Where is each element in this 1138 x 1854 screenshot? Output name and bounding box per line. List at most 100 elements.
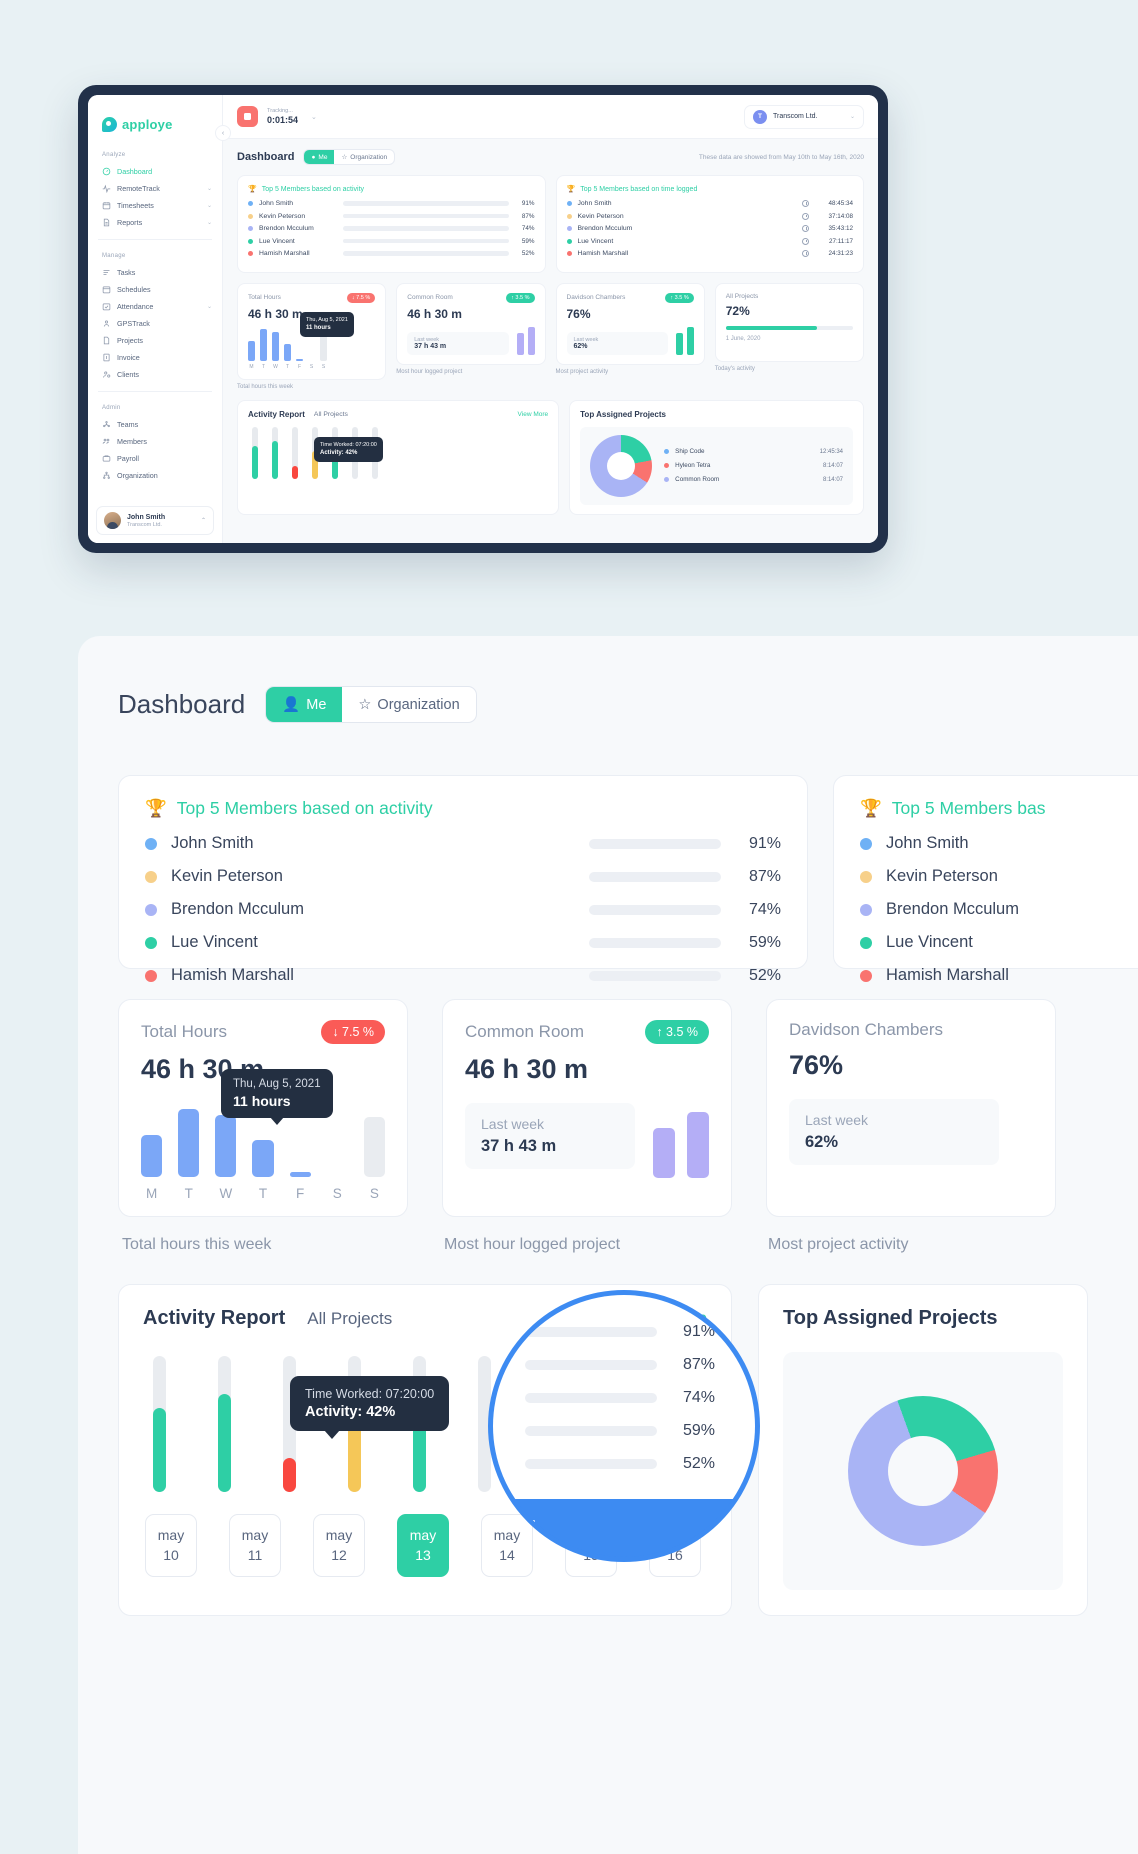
activity-bar[interactable] xyxy=(153,1356,166,1492)
sidebar-item-gpstrack[interactable]: GPSTrack xyxy=(88,315,222,332)
date-chip-selected[interactable]: may 13 xyxy=(397,1514,449,1577)
member-name: John Smith xyxy=(886,834,969,852)
organization-selector[interactable]: T Transcom Ltd. ⌄ xyxy=(744,104,864,129)
tab-me-label: Me xyxy=(306,696,327,713)
sidebar-item-projects[interactable]: Projects xyxy=(88,332,222,349)
list-item[interactable]: Lue Vincent 27:11:17 xyxy=(566,237,853,245)
top-assigned-projects-card: Top Assigned Projects xyxy=(758,1284,1088,1616)
list-item[interactable]: Brendon Mcculum 74% xyxy=(145,893,781,926)
magnifier-lens: 91% 87% 74% 59% 52% xyxy=(488,1290,760,1562)
list-item[interactable]: Lue Vincent 59% xyxy=(248,238,535,245)
stat-card-total-hours: Total Hours ↓ 7.5 % 46 h 30 m Thu, Aug 5… xyxy=(118,999,408,1217)
list-item[interactable]: Lue Vincent 59% xyxy=(145,926,781,959)
list-item[interactable]: Brendon Mcculum 74% xyxy=(248,225,535,232)
card-header: 🏆 Top 5 Members based on time logged xyxy=(567,185,854,194)
top5-activity-card: 🏆 Top 5 Members based on activity John S… xyxy=(237,175,546,273)
sidebar-item-reports[interactable]: Reports ⌄ xyxy=(88,214,222,231)
card-subtitle: All Projects xyxy=(313,410,348,418)
sidebar-item-dashboard[interactable]: Dashboard xyxy=(88,163,222,180)
legend-time: 8:14:07 xyxy=(822,476,843,483)
member-color-dot xyxy=(566,213,572,219)
app-window-mockup: apploye Analyze Dashboard RemoteTrack ⌄ … xyxy=(78,85,888,553)
zoom-in-plus-icon[interactable] xyxy=(509,1509,535,1535)
activity-pct: 59% xyxy=(521,237,535,245)
stop-tracking-button[interactable] xyxy=(237,106,258,127)
tab-organization[interactable]: ☆ Organization xyxy=(334,150,394,164)
document-icon xyxy=(102,218,111,227)
scope-toggle[interactable]: 👤 Me ☆ Organization xyxy=(265,686,477,723)
sidebar-label: Teams xyxy=(117,420,139,429)
sidebar-item-attendance[interactable]: Attendance ⌄ xyxy=(88,298,222,315)
sidebar-item-payroll[interactable]: Payroll xyxy=(88,450,222,467)
date-chip[interactable]: may 10 xyxy=(145,1514,197,1577)
lens-row: 91% xyxy=(525,1315,715,1348)
date-chip[interactable]: may 11 xyxy=(229,1514,281,1577)
list-item[interactable]: John Smith 48:45:34 xyxy=(566,200,853,207)
member-color-dot xyxy=(860,903,872,916)
dashboard-content: Dashboard ● Me ☆ Organization These data… xyxy=(223,139,878,543)
date-day: 11 xyxy=(247,1547,263,1564)
card-header: 🏆 Top 5 Members based on activity xyxy=(248,185,535,194)
activity-bar[interactable] xyxy=(218,1356,231,1492)
activity-bar xyxy=(343,201,509,206)
activity-bar xyxy=(343,238,509,244)
activity-tooltip: Time Worked: 07:20:00 Activity: 42% xyxy=(290,1376,450,1439)
list-item[interactable]: Brendon Mcculum 35:43:12 xyxy=(566,225,853,232)
progress-bar xyxy=(725,325,853,330)
list-item[interactable]: John Smith 91% xyxy=(248,200,535,207)
chevron-down-icon[interactable]: ⌄ xyxy=(311,113,317,121)
tab-me[interactable]: 👤 Me xyxy=(266,687,343,722)
view-more-link[interactable]: View More xyxy=(518,411,549,418)
stat-caption: Total hours this week xyxy=(237,383,294,390)
sidebar-item-members[interactable]: Members xyxy=(88,433,222,450)
bottom-row: Activity Report All Projects View More T… xyxy=(237,399,864,515)
list-item[interactable]: Lue Vincent xyxy=(860,926,1138,959)
page-header: Dashboard ● Me ☆ Organization These data… xyxy=(237,149,864,165)
sidebar-item-organization[interactable]: Organization xyxy=(88,467,222,484)
profile-org: Transcom Ltd. xyxy=(127,522,162,529)
list-item[interactable]: Kevin Peterson 87% xyxy=(248,213,535,220)
member-name: Kevin Peterson xyxy=(886,867,998,885)
tab-me[interactable]: ● Me xyxy=(304,150,335,164)
activity-pct: 74% xyxy=(748,900,781,918)
member-color-dot xyxy=(566,251,572,256)
card-title: Activity Report xyxy=(143,1307,286,1329)
list-item[interactable]: Brendon Mcculum xyxy=(860,893,1138,926)
legend-label: Hyleon Tetra xyxy=(675,462,711,469)
sidebar-item-schedules[interactable]: Schedules xyxy=(88,281,222,298)
sidebar-profile-card[interactable]: John Smith Transcom Ltd. ⌃ xyxy=(96,506,214,535)
sidebar-item-teams[interactable]: Teams xyxy=(88,416,222,433)
list-item[interactable]: Hamish Marshall 52% xyxy=(145,959,781,992)
activity-pct: 52% xyxy=(682,1454,715,1472)
list-item[interactable]: Kevin Peterson 87% xyxy=(145,860,781,893)
sidebar-item-timesheets[interactable]: Timesheets ⌄ xyxy=(88,197,222,214)
list-item[interactable]: Hamish Marshall xyxy=(860,959,1138,992)
list-item[interactable]: Hamish Marshall 24:31:23 xyxy=(566,250,853,257)
date-chip[interactable]: may 12 xyxy=(313,1514,365,1577)
app-logo[interactable]: apploye xyxy=(88,109,222,139)
sidebar-group-label-analyze: Analyze xyxy=(102,152,126,158)
legend-item: Common Room 8:14:07 xyxy=(664,476,843,483)
sidebar-item-tasks[interactable]: Tasks xyxy=(88,264,222,281)
list-item[interactable]: Kevin Peterson xyxy=(860,860,1138,893)
trophy-icon: 🏆 xyxy=(145,798,167,818)
top5-row: 🏆 Top 5 Members based on activity John S… xyxy=(237,175,864,273)
sidebar-collapse-button[interactable]: ‹ xyxy=(215,125,231,141)
list-item[interactable]: Kevin Peterson 37:14:08 xyxy=(566,212,853,220)
sidebar-item-clients[interactable]: Clients xyxy=(88,366,222,383)
chevron-up-icon[interactable]: ⌃ xyxy=(201,517,206,524)
stat-card-davidson-chambers: Davidson Chambers ↑ 3.5 % 76% Last week … xyxy=(555,282,705,365)
list-item[interactable]: John Smith 91% xyxy=(145,827,781,860)
clock-icon xyxy=(802,250,809,257)
sidebar-item-remotetrack[interactable]: RemoteTrack ⌄ xyxy=(88,180,222,197)
scope-toggle[interactable]: ● Me ☆ Organization xyxy=(303,149,396,165)
clock-icon xyxy=(802,200,809,207)
list-item[interactable]: John Smith xyxy=(860,827,1138,860)
sidebar-item-invoice[interactable]: Invoice xyxy=(88,349,222,366)
activity-tooltip: Time Worked: 07:20:00 Activity: 42% xyxy=(314,436,383,462)
lastweek-box: Last week 37 h 43 m xyxy=(407,331,509,355)
card-title: Top Assigned Projects xyxy=(783,1307,998,1329)
list-item[interactable]: Hamish Marshall 52% xyxy=(248,250,535,257)
stat-caption: Total hours this week xyxy=(122,1236,272,1253)
tab-organization[interactable]: ☆ Organization xyxy=(342,687,475,722)
